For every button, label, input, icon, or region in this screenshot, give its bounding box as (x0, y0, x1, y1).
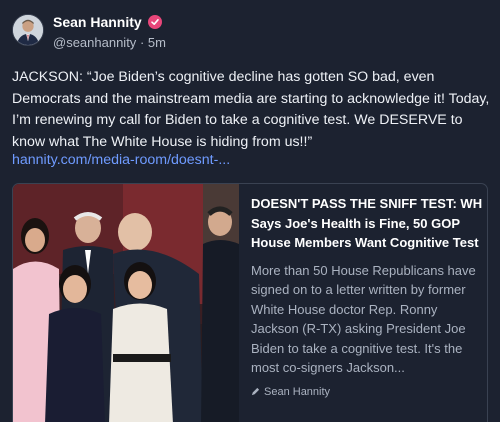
card-body: DOESN'T PASS THE SNIFF TEST: WH Says Joe… (251, 194, 483, 398)
post-time[interactable]: 5m (148, 35, 166, 50)
card-description: More than 50 House Republicans have sign… (251, 262, 476, 376)
user-handle[interactable]: @seanhannity (53, 35, 136, 50)
card-author-name: Sean Hannity (264, 385, 331, 398)
post-link[interactable]: hannity.com/media-room/doesnt-... (12, 152, 230, 168)
avatar[interactable] (12, 14, 44, 46)
pen-icon (251, 387, 260, 396)
card-title[interactable]: DOESN'T PASS THE SNIFF TEST: WH Says Joe… (251, 194, 483, 253)
user-name-row: Sean Hannity (53, 14, 162, 30)
handle-row: @seanhannity · 5m (53, 35, 166, 50)
display-name[interactable]: Sean Hannity (53, 14, 142, 30)
card-image[interactable] (13, 184, 239, 422)
handle-separator: · (139, 35, 145, 50)
verified-badge-icon (147, 15, 162, 29)
post-text: JACKSON: “Joe Biden’s cognitive decline … (12, 69, 490, 150)
card-author: Sean Hannity (251, 386, 483, 398)
link-preview-card[interactable]: DOESN'T PASS THE SNIFF TEST: WH Says Joe… (12, 183, 488, 422)
